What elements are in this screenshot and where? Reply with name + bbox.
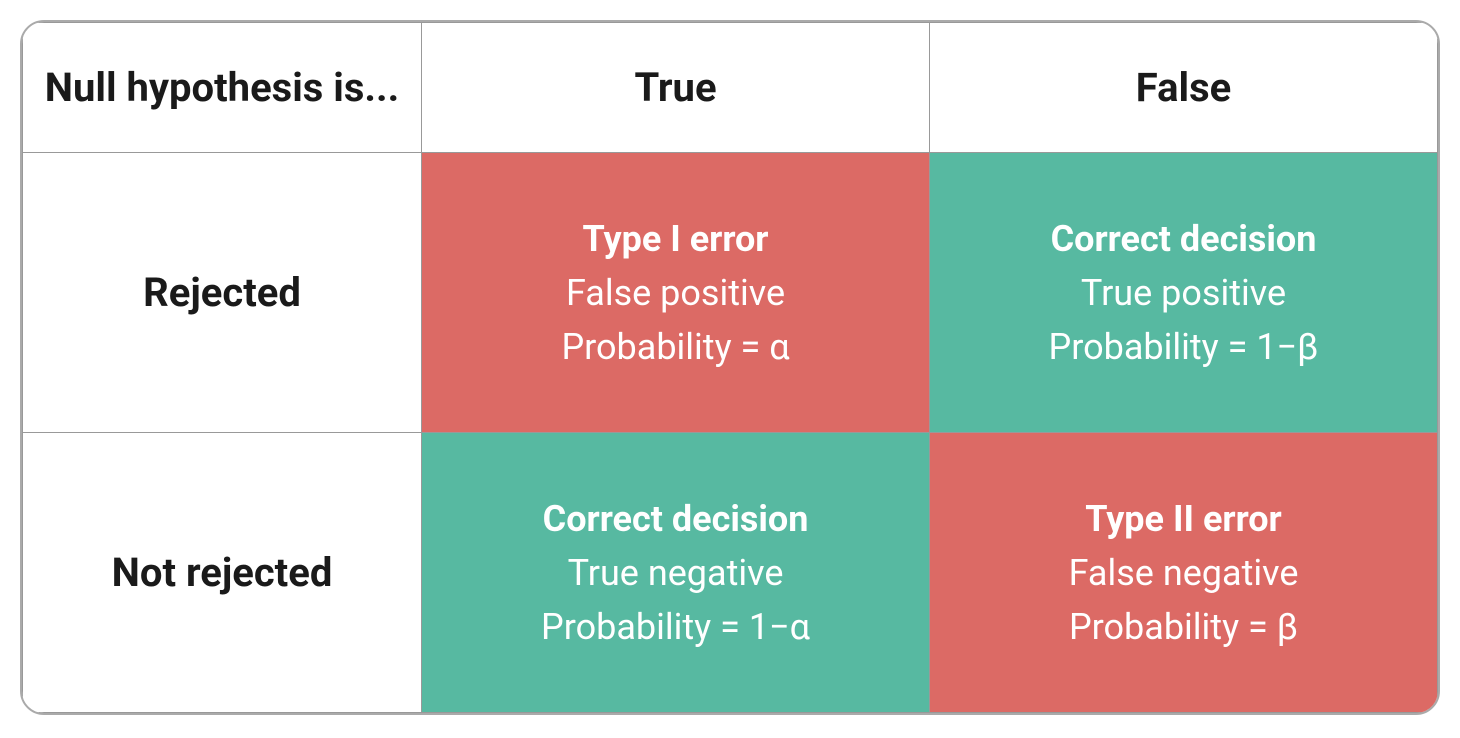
cell-line: False positive xyxy=(422,266,929,320)
header-false: False xyxy=(930,23,1438,153)
cell-line: True negative xyxy=(422,546,929,600)
cell-title: Type II error xyxy=(930,492,1437,546)
cell-title: Correct decision xyxy=(422,492,929,546)
row-rejected: Rejected Type I error False positive Pro… xyxy=(23,153,1438,433)
cell-true-negative: Correct decision True negative Probabili… xyxy=(422,433,930,713)
cell-true-positive: Correct decision True positive Probabili… xyxy=(930,153,1438,433)
cell-probability: Probability = 1−α xyxy=(422,600,929,654)
cell-title: Type I error xyxy=(422,212,929,266)
cell-title: Correct decision xyxy=(930,212,1437,266)
hypothesis-table: Null hypothesis is... True False Rejecte… xyxy=(22,22,1438,713)
row-label-rejected: Rejected xyxy=(23,153,422,433)
cell-type2-error: Type II error False negative Probability… xyxy=(930,433,1438,713)
cell-probability: Probability = α xyxy=(422,320,929,374)
row-label-not-rejected: Not rejected xyxy=(23,433,422,713)
cell-probability: Probability = β xyxy=(930,600,1437,654)
cell-probability: Probability = 1−β xyxy=(930,320,1437,374)
header-true: True xyxy=(422,23,930,153)
cell-line: False negative xyxy=(930,546,1437,600)
cell-type1-error: Type I error False positive Probability … xyxy=(422,153,930,433)
row-not-rejected: Not rejected Correct decision True negat… xyxy=(23,433,1438,713)
cell-line: True positive xyxy=(930,266,1437,320)
confusion-table: Null hypothesis is... True False Rejecte… xyxy=(20,20,1440,715)
header-corner: Null hypothesis is... xyxy=(23,23,422,153)
